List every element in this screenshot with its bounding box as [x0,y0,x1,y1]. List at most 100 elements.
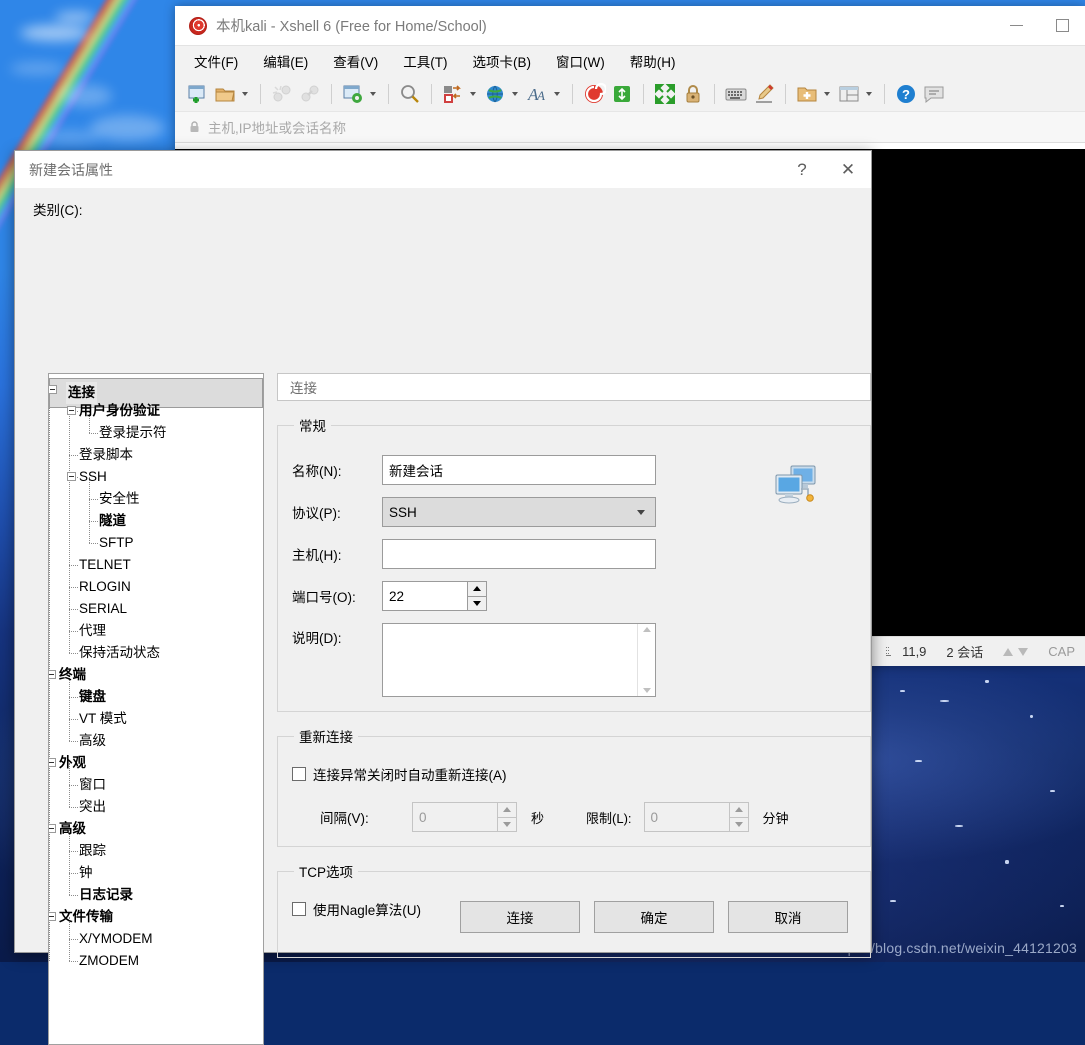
port-increment-button[interactable] [467,581,487,597]
toolbar-separator [388,83,389,104]
tree-item-5[interactable]: 安全性 [49,488,263,510]
category-label: 类别(C): [33,203,83,218]
tree-item-13[interactable]: 终端 [49,664,263,686]
maximize-button[interactable] [1039,6,1085,45]
tree-item-label: 突出 [79,799,106,814]
tree-item-10[interactable]: SERIAL [49,598,263,620]
menu-item-file[interactable]: 文件(F) [191,49,241,73]
xftp-icon[interactable] [610,82,634,106]
fullscreen-icon[interactable] [653,82,677,106]
auto-reconnect-checkbox[interactable] [292,767,306,781]
description-scrollbar[interactable] [637,624,655,696]
toolbar-separator [431,83,432,104]
chat-icon[interactable] [922,82,946,106]
ok-button[interactable]: 确定 [594,901,714,933]
tree-item-7[interactable]: SFTP [49,532,263,554]
tree-item-11[interactable]: 代理 [49,620,263,642]
tree-item-17[interactable]: 外观 [49,752,263,774]
limit-increment-button [728,802,749,818]
tree-collapse-icon[interactable] [67,472,76,481]
tree-item-19[interactable]: 突出 [49,796,263,818]
menu-item-help[interactable]: 帮助(H) [627,49,679,73]
chevron-down-icon[interactable] [824,91,830,96]
lock-icon[interactable] [681,82,705,106]
tree-item-9[interactable]: RLOGIN [49,576,263,598]
layout-icon[interactable] [837,82,861,106]
triangle-down-icon [734,821,743,827]
close-button[interactable]: ✕ [825,151,871,188]
tree-item-12[interactable]: 保持活动状态 [49,642,263,664]
menu-item-view[interactable]: 查看(V) [330,49,381,73]
protocol-select[interactable]: SSH [382,497,656,527]
tree-item-20[interactable]: 高级 [49,818,263,840]
limit-label: 限制(L): [586,810,632,826]
tree-item-3[interactable]: 登录脚本 [49,444,263,466]
highlight-pen-icon[interactable] [752,82,776,106]
tree-collapse-icon[interactable] [49,758,56,767]
tree-item-4[interactable]: SSH [49,466,263,488]
port-input[interactable]: 22 [382,581,467,611]
tree-collapse-icon[interactable] [49,670,56,679]
new-session-icon[interactable] [185,82,209,106]
caps-indicator: CAP [1048,644,1075,659]
star [915,760,922,762]
tree-item-2[interactable]: 登录提示符 [49,422,263,444]
menu-item-window[interactable]: 窗口(W) [553,49,608,73]
interval-stepper: 0 [412,802,517,832]
auto-reconnect-row[interactable]: 连接异常关闭时自动重新连接(A) [292,764,856,784]
tree-item-26[interactable]: ZMODEM [49,950,263,972]
tree-collapse-icon[interactable] [67,406,76,415]
keyboard-icon[interactable] [724,82,748,106]
chevron-down-icon[interactable] [866,91,872,96]
tree-collapse-icon[interactable] [49,385,57,394]
tree-item-18[interactable]: 窗口 [49,774,263,796]
name-input[interactable]: 新建会话 [382,455,656,485]
description-textarea[interactable] [382,623,656,697]
chevron-down-icon[interactable] [554,91,560,96]
description-row: 说明(D): [292,623,856,697]
tree-item-15[interactable]: VT 模式 [49,708,263,730]
menu-item-tabs[interactable]: 选项卡(B) [470,49,535,73]
xshell-icon[interactable] [582,82,608,106]
open-folder-icon[interactable] [213,82,237,106]
help-button[interactable]: ? [779,151,825,188]
tree-item-22[interactable]: 钟 [49,862,263,884]
session-properties-icon[interactable] [341,82,365,106]
add-folder-icon[interactable] [795,82,819,106]
connect-button[interactable]: 连接 [460,901,580,933]
chevron-down-icon[interactable] [512,91,518,96]
chevron-down-icon[interactable] [242,91,248,96]
transfer-icon[interactable] [441,82,465,106]
tree-item-21[interactable]: 跟踪 [49,840,263,862]
svg-text:A: A [536,88,545,103]
cancel-button[interactable]: 取消 [728,901,848,933]
tree-item-14[interactable]: 键盘 [49,686,263,708]
tree-item-label: 跟踪 [79,843,106,858]
menu-item-tools[interactable]: 工具(T) [400,49,450,73]
find-icon[interactable] [398,82,422,106]
help-icon[interactable]: ? [894,82,918,106]
tree-collapse-icon[interactable] [49,824,56,833]
host-input[interactable] [382,539,656,569]
tree-item-8[interactable]: TELNET [49,554,263,576]
address-bar[interactable]: 主机,IP地址或会话名称 [175,111,1085,143]
port-stepper[interactable]: 22 [382,581,487,611]
tree-item-label: 终端 [59,667,86,682]
interval-increment-button [497,802,517,818]
port-decrement-button[interactable] [467,596,487,611]
chevron-down-icon [637,509,645,515]
tree-item-16[interactable]: 高级 [49,730,263,752]
chevron-down-icon[interactable] [370,91,376,96]
globe-icon[interactable] [483,82,507,106]
chevron-down-icon[interactable] [470,91,476,96]
font-icon[interactable]: AA [525,82,549,106]
toolbar-separator [785,83,786,104]
menu-item-edit[interactable]: 编辑(E) [260,49,311,73]
tree-item-1[interactable]: 用户身份验证 [49,400,263,422]
minimize-button[interactable] [993,6,1039,45]
toolbar-separator [643,83,644,104]
tree-item-6[interactable]: 隧道 [49,510,263,532]
scroll-down-icon[interactable] [642,688,651,693]
category-tree[interactable]: 连接 用户身份验证 登录提示符 登录脚本 SSH 安全性 隧道 SFTP TELNET RLOGI… [48,373,264,1045]
scroll-up-icon[interactable] [642,627,651,632]
